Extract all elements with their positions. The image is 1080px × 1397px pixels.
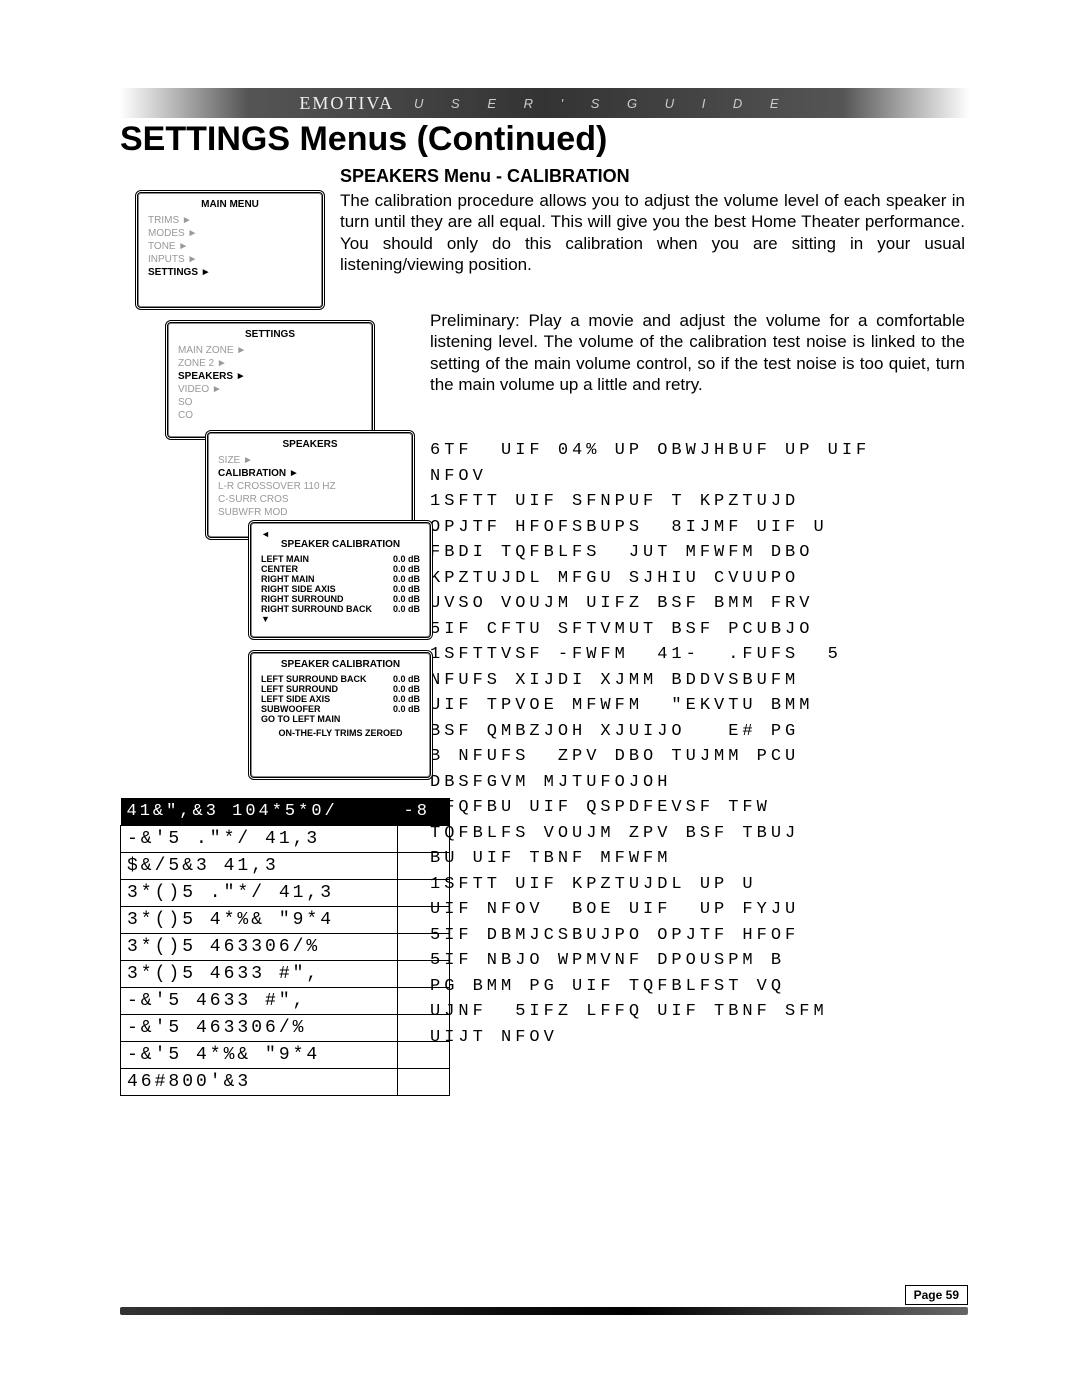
osd-row: LEFT SURROUND BACK0.0 dB	[261, 674, 420, 684]
osd-item: INPUTS ►	[148, 253, 312, 266]
table-row: -&'5 4*%& "9*4	[121, 1042, 450, 1069]
osd-item: SPEAKERS ►	[178, 370, 362, 383]
brand-logo: EMOTIVA	[299, 93, 394, 114]
osd-item: SETTINGS ►	[148, 266, 312, 279]
table-header-1: 41&",&3 104*5*0/	[121, 798, 398, 826]
table-row: 46#800'&3	[121, 1069, 450, 1096]
table-row: -&'5 ."*/ 41,3	[121, 826, 450, 853]
osd-item: TONE ►	[148, 240, 312, 253]
osd-row: SUBWOOFER0.0 dB	[261, 704, 420, 714]
speaker-position-table: 41&",&3 104*5*0/ -8 -&'5 ."*/ 41,3$&/5&3…	[120, 798, 450, 1096]
osd-title: SPEAKER CALIBRATION	[261, 539, 420, 550]
osd-footer: ON-THE-FLY TRIMS ZEROED	[261, 728, 420, 738]
osd-item: SO	[178, 396, 362, 409]
header-tagline: U S E R ' S G U I D E	[414, 96, 791, 111]
osd-item: MODES ►	[148, 227, 312, 240]
section-heading: SPEAKERS Menu - CALIBRATION	[340, 166, 630, 187]
osd-item: SUBWFR MOD	[218, 506, 402, 519]
osd-row: RIGHT SIDE AXIS0.0 dB	[261, 584, 420, 594]
table-row: 3*()5 463306/%	[121, 934, 450, 961]
osd-item: TRIMS ►	[148, 214, 312, 227]
table-row: -&'5 4633 #",	[121, 988, 450, 1015]
osd-row: RIGHT SURROUND BACK0.0 dB	[261, 604, 420, 614]
table-row: 3*()5 ."*/ 41,3	[121, 880, 450, 907]
osd-row: LEFT MAIN0.0 dB	[261, 554, 420, 564]
osd-title: MAIN MENU	[148, 199, 312, 210]
osd-row: LEFT SIDE AXIS0.0 dB	[261, 694, 420, 704]
osd-item: CO	[178, 409, 362, 422]
osd-row: CENTER0.0 dB	[261, 564, 420, 574]
osd-item: VIDEO ►	[178, 383, 362, 396]
page-number: Page 59	[905, 1285, 968, 1305]
table-row: $&/5&3 41,3	[121, 853, 450, 880]
osd-title: SPEAKER CALIBRATION	[261, 659, 420, 670]
page-title: SETTINGS Menus (Continued)	[120, 120, 607, 159]
osd-settings-menu: SETTINGS MAIN ZONE ►ZONE 2 ►SPEAKERS ►VI…	[165, 320, 375, 440]
osd-main-menu: MAIN MENU TRIMS ►MODES ►TONE ►INPUTS ►SE…	[135, 190, 325, 310]
osd-calibration-1: ◄ SPEAKER CALIBRATION LEFT MAIN0.0 dBCEN…	[248, 520, 433, 640]
osd-item: MAIN ZONE ►	[178, 344, 362, 357]
body-paragraph-1: The calibration procedure allows you to …	[340, 190, 965, 275]
header-bar: EMOTIVA U S E R ' S G U I D E	[120, 88, 970, 118]
osd-calibration-2: SPEAKER CALIBRATION LEFT SURROUND BACK0.…	[248, 650, 433, 780]
osd-title: SETTINGS	[178, 329, 362, 340]
osd-item: CALIBRATION ►	[218, 467, 402, 480]
osd-item: L-R CROSSOVER 110 HZ	[218, 480, 402, 493]
osd-row: RIGHT SURROUND0.0 dB	[261, 594, 420, 604]
osd-item: SIZE ►	[218, 454, 402, 467]
osd-row: GO TO LEFT MAIN	[261, 714, 420, 724]
osd-item: C-SURR CROS	[218, 493, 402, 506]
osd-row: LEFT SURROUND0.0 dB	[261, 684, 420, 694]
osd-item: ZONE 2 ►	[178, 357, 362, 370]
table-header-2: -8	[398, 798, 450, 826]
body-paragraph-3: 6TF UIF 04% UP OBWJHBUF UP UIF NFOV 1SFT…	[430, 438, 980, 1050]
osd-row: RIGHT MAIN0.0 dB	[261, 574, 420, 584]
table-row: -&'5 463306/%	[121, 1015, 450, 1042]
table-row: 3*()5 4633 #",	[121, 961, 450, 988]
table-row: 3*()5 4*%& "9*4	[121, 907, 450, 934]
page: { "header": { "logo_text": "EMOTIVA", "t…	[0, 0, 1080, 1397]
body-paragraph-2: Preliminary: Play a movie and adjust the…	[430, 310, 965, 395]
osd-title: SPEAKERS	[218, 439, 402, 450]
footer-rule	[120, 1307, 968, 1315]
